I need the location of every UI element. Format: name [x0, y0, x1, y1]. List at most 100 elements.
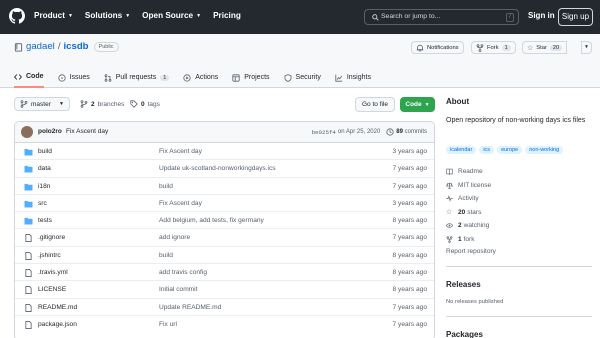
file-commit-message-link[interactable]: add travis config: [159, 269, 207, 276]
stars-link[interactable]: ☆ 20 stars: [446, 206, 491, 220]
visibility-badge: Public: [93, 41, 119, 52]
forks-link[interactable]: 1 fork: [446, 233, 491, 247]
tab-security[interactable]: Security: [284, 69, 321, 88]
readme-link[interactable]: Readme: [446, 165, 491, 179]
file-commit-message-link[interactable]: Initial commit: [159, 286, 197, 293]
commit-message-link[interactable]: Fix Ascent day: [66, 128, 108, 135]
tab-projects[interactable]: Projects: [232, 69, 270, 88]
license-link[interactable]: MIT license: [446, 179, 491, 193]
topic-tag[interactable]: icalendar: [446, 146, 477, 154]
repo-name-link[interactable]: icsdb: [63, 41, 88, 52]
tab-actions[interactable]: Actions: [183, 69, 218, 88]
commit-info: be025f4 on Apr 25, 2020 89 commits: [312, 128, 427, 136]
commits-count: 89: [396, 129, 403, 135]
tab-insights[interactable]: Insights: [335, 69, 371, 88]
file-name-link[interactable]: build: [38, 148, 52, 155]
avatar[interactable]: [21, 126, 33, 138]
nav-pricing[interactable]: Pricing: [213, 11, 241, 20]
nav-open-source[interactable]: Open Source ▼: [142, 11, 201, 20]
commit-hash-link[interactable]: be025f4: [312, 129, 336, 136]
nav-pricing-label: Pricing: [213, 11, 241, 20]
file-row[interactable]: tests Add belgium, add tests, fix germany…: [15, 212, 434, 230]
github-logo-icon[interactable]: [9, 8, 25, 24]
file-name-link[interactable]: .gitignore: [38, 234, 65, 241]
repo-icon: [14, 43, 23, 52]
nav-product[interactable]: Product ▼: [34, 11, 73, 20]
file-icon: [25, 321, 32, 329]
topic-tag[interactable]: ics: [479, 146, 495, 154]
path-separator: /: [57, 41, 61, 52]
file-commit-message-link[interactable]: Update uk-scotland-nonworkingdays.ics: [159, 165, 276, 172]
file-name-link[interactable]: data: [38, 165, 51, 172]
file-name-link[interactable]: src: [38, 200, 47, 207]
star-dropdown-button[interactable]: ▼: [581, 41, 592, 54]
releases-heading[interactable]: Releases: [446, 280, 481, 289]
watchers-link[interactable]: 2 watching: [446, 219, 491, 233]
tab-issues[interactable]: Issues: [57, 69, 90, 88]
topic-tag[interactable]: europe: [497, 146, 523, 154]
star-button[interactable]: ☆ Star 20: [522, 41, 568, 54]
chevron-down-icon: ▼: [125, 12, 131, 19]
file-row[interactable]: src Fix Ascent day 3 years ago: [15, 195, 434, 213]
branch-select-button[interactable]: master ▼: [14, 97, 70, 111]
file-commit-message-link[interactable]: Fix url: [159, 321, 177, 328]
file-commit-message-link[interactable]: add ignore: [159, 234, 190, 241]
file-row[interactable]: package.json Fix url 7 years ago: [15, 316, 434, 333]
nav-solutions-label: Solutions: [84, 11, 123, 20]
packages-heading[interactable]: Packages: [446, 330, 483, 338]
star-count: 20: [549, 44, 563, 51]
go-to-file-button[interactable]: Go to file: [355, 97, 395, 112]
report-repository-link[interactable]: Report repository: [446, 248, 496, 255]
file-name-link[interactable]: package.json: [38, 321, 77, 328]
sign-in-link[interactable]: Sign in: [528, 11, 555, 20]
file-row[interactable]: README.md Update README.md 7 years ago: [15, 299, 434, 316]
code-dropdown-button[interactable]: Code ▼: [400, 97, 435, 112]
star-label: Star: [536, 44, 547, 51]
file-commit-message-link[interactable]: build: [159, 183, 173, 190]
sign-up-button[interactable]: Sign up: [558, 8, 593, 26]
file-row[interactable]: i18n build 7 years ago: [15, 178, 434, 195]
book-icon: [446, 168, 453, 176]
star-icon: ☆: [527, 44, 534, 52]
file-commit-age: 3 years ago: [392, 148, 427, 155]
fork-button[interactable]: Fork 1: [471, 41, 516, 54]
tags-link[interactable]: 0 tags: [130, 100, 160, 108]
file-name-link[interactable]: README.md: [38, 304, 77, 311]
tab-pull-requests[interactable]: Pull requests 1: [104, 69, 170, 88]
file-commit-message-link[interactable]: build: [159, 252, 173, 259]
nav-solutions[interactable]: Solutions ▼: [85, 11, 130, 20]
file-row[interactable]: .gitignore add ignore 7 years ago: [15, 229, 434, 247]
commits-link[interactable]: 89 commits: [396, 129, 427, 135]
file-commit-age: 8 years ago: [392, 217, 427, 225]
file-commit-message-link[interactable]: Fix Ascent day: [159, 200, 202, 207]
file-name-link[interactable]: .jshintrc: [38, 252, 61, 259]
file-commit-message-link[interactable]: Fix Ascent day: [159, 148, 202, 155]
sidebar-divider: [446, 266, 592, 267]
fork-icon: [476, 43, 484, 52]
file-name-link[interactable]: tests: [38, 217, 52, 224]
graph-icon: [335, 74, 343, 82]
search-input[interactable]: Search or jump to... /: [364, 9, 519, 25]
file-commit-message-link[interactable]: Add belgium, add tests, fix germany: [159, 217, 264, 224]
file-row[interactable]: .jshintrc build 8 years ago: [15, 247, 434, 265]
branches-link[interactable]: 2 branches: [80, 100, 124, 108]
file-name-link[interactable]: LICENSE: [38, 286, 66, 293]
notifications-button[interactable]: Notifications: [411, 41, 464, 54]
topic-tag[interactable]: non-working: [525, 146, 564, 154]
tab-code[interactable]: Code: [14, 69, 44, 88]
repo-owner-link[interactable]: gadael: [26, 41, 55, 52]
file-commit-message-link[interactable]: Update README.md: [159, 304, 221, 311]
file-row[interactable]: data Update uk-scotland-nonworkingdays.ic…: [15, 160, 434, 178]
activity-link[interactable]: Activity: [446, 192, 491, 206]
fork-label: Fork: [487, 44, 499, 51]
file-row[interactable]: build Fix Ascent day 3 years ago: [15, 143, 434, 161]
file-row[interactable]: .travis.yml add travis config 8 years ago: [15, 264, 434, 282]
file-name-link[interactable]: .travis.yml: [38, 269, 68, 276]
history-icon: [386, 128, 394, 136]
commit-author-link[interactable]: polo2ro: [38, 128, 62, 135]
shield-icon: [284, 73, 291, 82]
chevron-down-icon: ▼: [196, 12, 202, 19]
file-name-link[interactable]: i18n: [38, 183, 50, 190]
file-row[interactable]: LICENSE Initial commit 8 years ago: [15, 281, 434, 299]
global-header: Product ▼ Solutions ▼ Open Source ▼ Pricing…: [0, 0, 600, 34]
